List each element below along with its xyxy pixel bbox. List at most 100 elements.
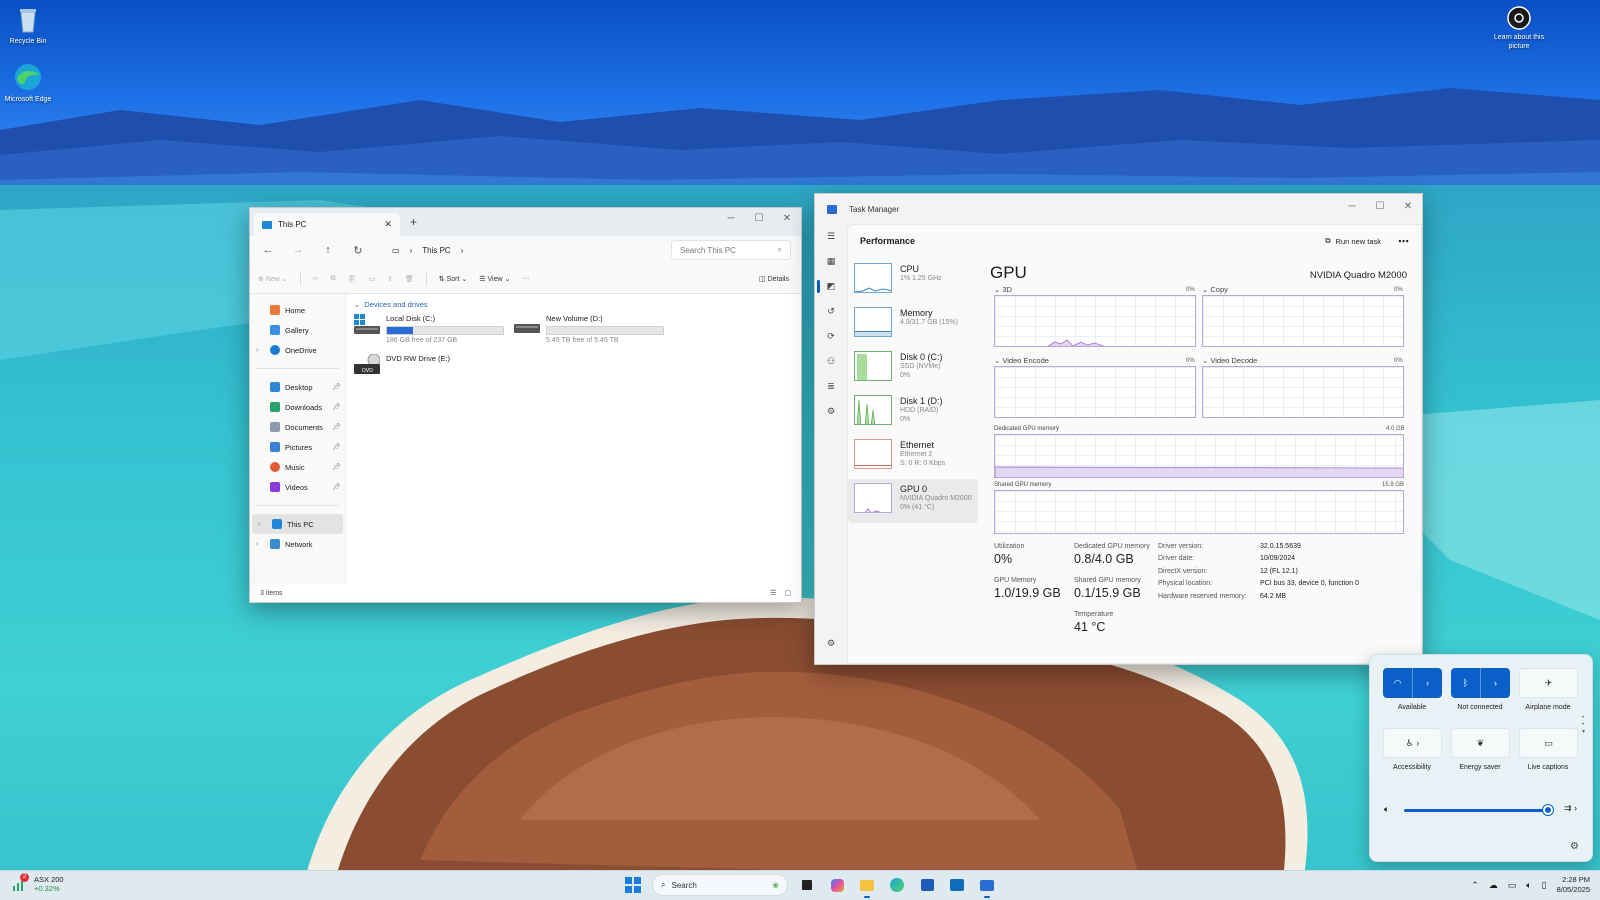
drive-item[interactable]: DVD DVD RW Drive (E:) <box>354 353 450 374</box>
wifi-toggle[interactable]: ◠ › <box>1383 668 1442 698</box>
device-ethernet[interactable]: Ethernet Ethernet 2 S: 0 R: 0 Kbps <box>848 435 978 479</box>
maximize-button[interactable]: ☐ <box>745 208 773 228</box>
chevron-right-icon[interactable]: › <box>1413 678 1442 688</box>
engine-selector[interactable]: ⌄ Video Decode <box>1202 356 1257 365</box>
speaker-icon[interactable]: 🔈︎ <box>1384 804 1389 815</box>
large-icons-view-icon[interactable]: ▢ <box>784 589 791 597</box>
nav-item-videos[interactable]: Videos 📌︎ <box>250 477 345 497</box>
close-button[interactable]: ✕ <box>773 208 801 228</box>
nav-item-network[interactable]: › Network <box>250 534 345 554</box>
minimize-button[interactable]: ─ <box>1338 196 1366 216</box>
battery-icon[interactable]: ▯ <box>1542 880 1547 891</box>
device-cpu[interactable]: CPU 1% 1.25 GHz <box>848 259 978 303</box>
energy-saver-toggle[interactable]: ❦ <box>1451 728 1510 758</box>
page-indicator[interactable]: • • ▾ <box>1582 715 1585 736</box>
new-button[interactable]: ⊕ New ⌄ <box>258 275 288 283</box>
nav-item-pictures[interactable]: Pictures 📌︎ <box>250 437 345 457</box>
engine-selector[interactable]: ⌄ 3D <box>994 285 1012 294</box>
task-manager-taskbar-icon[interactable] <box>976 874 998 898</box>
chevron-right-icon[interactable]: › <box>256 347 258 354</box>
engine-selector[interactable]: ⌄ Video Encode <box>994 356 1049 365</box>
airplane-mode-toggle[interactable]: ✈ <box>1519 668 1578 698</box>
nav-item-documents[interactable]: Documents 📌︎ <box>250 417 345 437</box>
live-captions-toggle[interactable]: ▭ <box>1519 728 1578 758</box>
tab-this-pc[interactable]: This PC ✕ <box>254 213 400 236</box>
details-view-icon[interactable]: ☰ <box>770 589 776 597</box>
desktop-icon-learn-picture[interactable]: Learn about this picture <box>1491 6 1547 51</box>
maximize-button[interactable]: ☐ <box>1366 196 1394 216</box>
nav-item-gallery[interactable]: Gallery <box>250 320 345 340</box>
startup-apps-icon[interactable]: ⟳ <box>815 324 847 349</box>
wifi-icon[interactable]: ◠ <box>1383 678 1412 689</box>
engine-selector[interactable]: ⌄ Copy <box>1202 285 1228 294</box>
bluetooth-toggle[interactable]: ᛒ › <box>1451 668 1510 698</box>
store-icon[interactable] <box>916 874 938 896</box>
chevron-right-icon[interactable]: › <box>256 541 258 548</box>
nav-item-this-pc[interactable]: › This PC <box>252 514 343 534</box>
minimize-button[interactable]: ─ <box>717 208 745 228</box>
bluetooth-icon[interactable]: ᛒ <box>1451 678 1480 688</box>
users-icon[interactable]: ⚇ <box>815 349 847 374</box>
volume-icon[interactable]: 🔈︎ <box>1526 880 1531 891</box>
device-disk-0[interactable]: Disk 0 (C:) SSD (NVMe) 0% <box>848 347 978 391</box>
hamburger-menu-icon[interactable]: ☰ <box>815 224 847 249</box>
network-icon[interactable]: ▭ <box>1508 880 1517 891</box>
nav-item-desktop[interactable]: Desktop 📌︎ <box>250 377 345 397</box>
onedrive-icon[interactable]: ☁ <box>1489 880 1498 891</box>
close-tab-icon[interactable]: ✕ <box>384 219 392 230</box>
refresh-button[interactable]: ↻ <box>348 244 368 257</box>
rename-icon[interactable]: ▭ <box>368 275 375 283</box>
app-history-icon[interactable]: ↺ <box>815 299 847 324</box>
task-view-icon[interactable] <box>796 874 818 896</box>
performance-icon[interactable]: ◩ <box>815 274 847 299</box>
group-header[interactable]: ⌄ Devices and drives <box>354 300 793 309</box>
outlook-icon[interactable] <box>946 874 968 896</box>
accessibility-toggle[interactable]: ♿︎ › <box>1383 728 1442 758</box>
copilot-icon[interactable] <box>826 874 848 896</box>
close-button[interactable]: ✕ <box>1394 196 1422 216</box>
device-disk-1[interactable]: Disk 1 (D:) HDD (RAID) 0% <box>848 391 978 435</box>
volume-slider[interactable] <box>1404 809 1552 812</box>
nav-item-downloads[interactable]: Downloads 📌︎ <box>250 397 345 417</box>
more-options-button[interactable]: ··· <box>522 275 529 282</box>
settings-icon[interactable]: ⚙ <box>1570 841 1579 852</box>
services-icon[interactable]: ⚙ <box>815 399 847 424</box>
volume-slider-thumb[interactable] <box>1542 805 1553 815</box>
view-button[interactable]: ☰ View ⌄ <box>479 275 510 283</box>
breadcrumb-item[interactable]: This PC <box>422 246 450 255</box>
clock[interactable]: 2:28 PM 8/05/2025 <box>1557 875 1590 895</box>
delete-icon[interactable]: 🗑︎ <box>405 275 414 283</box>
edge-taskbar-icon[interactable] <box>886 874 908 896</box>
drive-item[interactable]: Local Disk (C:) 186 GB free of 237 GB <box>354 314 504 344</box>
settings-icon[interactable]: ⚙ <box>815 631 847 656</box>
device-gpu-0[interactable]: GPU 0 NVIDIA Quadro M2000 0% (41 °C) <box>848 479 978 523</box>
nav-item-music[interactable]: Music 📌︎ <box>250 457 345 477</box>
taskbar-search[interactable]: ⌕ Search ❀ <box>652 874 788 896</box>
chevron-up-icon[interactable]: ⌃ <box>1471 880 1479 891</box>
cut-icon[interactable]: ✂ <box>313 275 319 283</box>
back-button[interactable]: ← <box>258 244 278 256</box>
processes-icon[interactable]: ▦ <box>815 249 847 274</box>
paste-icon[interactable]: 📋︎ <box>348 275 357 283</box>
chevron-right-icon[interactable]: › <box>258 521 260 528</box>
new-tab-button[interactable]: + <box>410 215 417 229</box>
audio-output-icon[interactable]: ⇉ › <box>1564 803 1577 814</box>
nav-item-onedrive[interactable]: › OneDrive <box>250 340 345 360</box>
run-new-task-button[interactable]: ⧉ Run new task <box>1325 236 1381 246</box>
share-icon[interactable]: ⇪ <box>387 275 393 283</box>
breadcrumb[interactable]: ▭ › This PC › <box>386 240 666 260</box>
desktop-icon-edge[interactable]: Microsoft Edge <box>3 62 53 104</box>
details-button[interactable]: ◫ Details <box>759 275 789 283</box>
copy-icon[interactable]: ⧉ <box>331 275 336 283</box>
search-input[interactable]: Search This PC ⌕ <box>671 240 791 260</box>
up-button[interactable]: ↑ <box>318 244 338 256</box>
forward-button[interactable]: → <box>288 244 308 256</box>
details-icon[interactable]: ≣ <box>815 374 847 399</box>
stock-widget[interactable]: 2 ASX 200 +0.32% <box>12 873 64 893</box>
chevron-right-icon[interactable]: › <box>1481 678 1510 688</box>
nav-item-home[interactable]: Home <box>250 300 345 320</box>
sort-button[interactable]: ⇅ Sort ⌄ <box>439 275 467 283</box>
drive-item[interactable]: New Volume (D:) 5.45 TB free of 5.45 TB <box>514 314 664 344</box>
file-explorer-taskbar-icon[interactable] <box>856 874 878 898</box>
start-button[interactable] <box>622 874 644 896</box>
